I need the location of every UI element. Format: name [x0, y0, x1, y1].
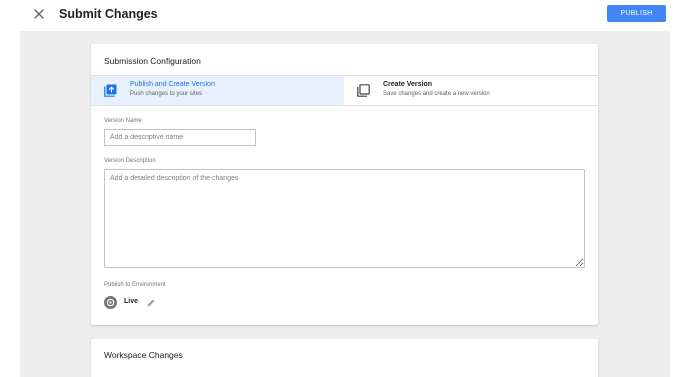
version-description-label: Version Description — [104, 158, 156, 164]
version-name-label: Version Name — [104, 118, 142, 124]
option-publish-and-create-version[interactable]: Publish and Create Version Push changes … — [91, 76, 344, 105]
submission-configuration-card: Submission Configuration Publish and Cre… — [91, 44, 598, 325]
workspace-changes-heading: Workspace Changes — [104, 350, 183, 360]
close-button[interactable] — [31, 6, 47, 22]
option-subtitle: Save changes and create a new version — [383, 91, 490, 97]
option-title: Create Version — [383, 81, 433, 88]
live-environment-icon — [104, 296, 117, 309]
page-title: Submit Changes — [59, 7, 158, 21]
close-icon — [34, 9, 44, 19]
option-subtitle: Push changes to your sites — [130, 91, 203, 97]
environment-label: Publish to Environment — [104, 282, 166, 288]
content-area: Submission Configuration Publish and Cre… — [20, 31, 670, 377]
option-create-version[interactable]: Create Version Save changes and create a… — [344, 76, 598, 105]
options-divider — [91, 105, 598, 106]
version-description-input[interactable] — [104, 169, 585, 268]
submission-configuration-heading: Submission Configuration — [104, 56, 201, 66]
workspace-changes-card: Workspace Changes — [91, 339, 598, 377]
pencil-icon[interactable] — [146, 298, 156, 308]
top-bar: Submit Changes PUBLISH — [0, 0, 694, 31]
copy-icon — [357, 84, 370, 97]
environment-name: Live — [124, 298, 139, 305]
option-title: Publish and Create Version — [130, 81, 215, 88]
publish-button[interactable]: PUBLISH — [607, 5, 666, 22]
publish-icon — [104, 84, 117, 97]
version-name-input[interactable] — [104, 129, 256, 146]
environment-row: Live — [104, 296, 164, 310]
